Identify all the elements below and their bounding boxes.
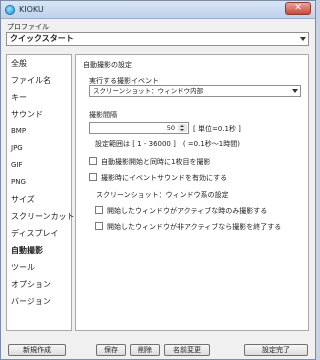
settings-window: KIOKU ✕ プロファイル クイックスタート 全般 ファイル名 キー サウンド… [0,0,316,360]
sidebar-item-gif[interactable]: GIF [7,157,71,174]
window-title: KIOKU [19,5,44,14]
category-sidebar: 全般 ファイル名 キー サウンド BMP JPG GIF PNG サイズ スクリ… [6,54,75,331]
sidebar-item-jpg[interactable]: JPG [7,140,71,157]
checkbox-inactive-stop[interactable] [95,222,103,230]
interval-spinner[interactable] [178,124,187,132]
checkbox-event-sound[interactable] [89,173,97,181]
app-icon [5,4,15,15]
sidebar-item-display[interactable]: ディスプレイ [7,225,71,242]
interval-unit: [ 単位=0.1秒 ] [193,125,241,133]
delete-button[interactable]: 削除 [130,344,160,356]
auto-capture-panel: 自動撮影の設定 実行する撮影イベント スクリーンショット：ウィンドウ内部 撮影間… [75,54,309,331]
sidebar-item-tools[interactable]: ツール [7,259,71,276]
sidebar-item-size[interactable]: サイズ [7,191,71,208]
sidebar-item-png[interactable]: PNG [7,174,71,191]
checkbox-event-sound-label: 撮影時にイベントサウンドを有効にする [101,174,228,182]
panel-title: 自動撮影の設定 [83,61,132,69]
sidebar-item-options[interactable]: オプション [7,276,71,293]
title-bar: KIOKU ✕ [1,1,315,19]
chevron-down-icon [300,37,306,41]
sidebar-item-bmp[interactable]: BMP [7,123,71,140]
checkbox-first-shot[interactable] [89,157,97,165]
profile-selected-value: クイックスタート [10,34,74,43]
sidebar-item-version[interactable]: バージョン [7,293,71,310]
interval-label: 撮影間隔 [89,111,117,119]
sidebar-item-auto-capture[interactable]: 自動撮影 [7,242,71,259]
profile-label: プロファイル [7,23,49,31]
profile-dropdown[interactable]: クイックスタート [6,32,309,46]
interval-input[interactable]: 50 [89,122,189,134]
sidebar-item-sound[interactable]: サウンド [7,106,71,123]
checkbox-first-shot-label: 自動撮影開始と同時に1枚目を撮影 [101,158,211,166]
event-dropdown[interactable]: スクリーンショット：ウィンドウ内部 [89,85,301,97]
checkbox-active-only-label: 開始したウィンドウがアクティブな時のみ撮影する [107,207,268,215]
done-button[interactable]: 設定完了 [244,344,308,356]
sidebar-item-filename[interactable]: ファイル名 [7,72,71,89]
interval-range-note: 設定範囲は [ 1 - 36000 ] ( =0.1秒～1時間) [95,140,240,148]
chevron-down-icon [292,89,298,93]
save-button[interactable]: 保存 [96,344,126,356]
new-profile-button[interactable]: 新規作成 [8,344,66,356]
checkbox-inactive-stop-label: 開始したウィンドウが非アクティブなら撮影を終了する [107,223,282,231]
sidebar-item-screencut[interactable]: スクリーンカット [7,208,75,225]
checkbox-active-only[interactable] [95,206,103,214]
spin-down-icon[interactable] [178,128,187,132]
event-selected-value: スクリーンショット：ウィンドウ内部 [93,87,204,95]
sidebar-item-keys[interactable]: キー [7,89,71,106]
close-button[interactable]: ✕ [285,2,311,15]
window-section-title: スクリーンショット：ウィンドウ系の設定 [96,191,229,199]
rename-button[interactable]: 名前変更 [164,344,210,356]
sidebar-item-general[interactable]: 全般 [7,55,71,72]
interval-value: 50 [166,124,175,132]
